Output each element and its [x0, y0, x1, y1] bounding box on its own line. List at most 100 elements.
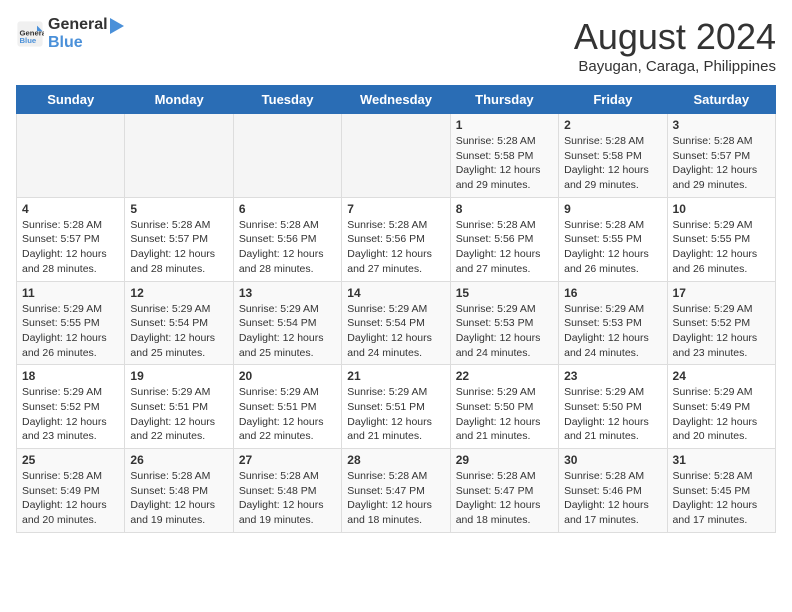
- logo-blue-text: Blue: [48, 34, 126, 52]
- calendar-cell: 4 Sunrise: 5:28 AMSunset: 5:57 PMDaylight…: [17, 197, 125, 281]
- day-number: 24: [673, 369, 770, 383]
- day-number: 3: [673, 118, 770, 132]
- day-number: 10: [673, 202, 770, 216]
- calendar-week-row: 11 Sunrise: 5:29 AMSunset: 5:55 PMDayligh…: [17, 281, 776, 365]
- calendar-table: SundayMondayTuesdayWednesdayThursdayFrid…: [16, 85, 776, 533]
- day-number: 11: [22, 286, 119, 300]
- calendar-cell: 15 Sunrise: 5:29 AMSunset: 5:53 PMDayligh…: [450, 281, 558, 365]
- day-info: Sunrise: 5:29 AMSunset: 5:52 PMDaylight:…: [22, 385, 119, 444]
- day-number: 2: [564, 118, 661, 132]
- calendar-week-row: 4 Sunrise: 5:28 AMSunset: 5:57 PMDaylight…: [17, 197, 776, 281]
- calendar-cell: 30 Sunrise: 5:28 AMSunset: 5:46 PMDayligh…: [559, 449, 667, 533]
- weekday-header-thursday: Thursday: [450, 86, 558, 114]
- day-info: Sunrise: 5:28 AMSunset: 5:46 PMDaylight:…: [564, 469, 661, 528]
- day-number: 25: [22, 453, 119, 467]
- day-number: 28: [347, 453, 444, 467]
- day-info: Sunrise: 5:29 AMSunset: 5:52 PMDaylight:…: [673, 302, 770, 361]
- calendar-cell: 7Sunrise: 5:28 AMSunset: 5:56 PMDaylight…: [342, 197, 450, 281]
- month-year-title: August 2024: [574, 16, 776, 58]
- weekday-header-saturday: Saturday: [667, 86, 775, 114]
- logo-icon: General Blue: [16, 20, 44, 48]
- day-info: Sunrise: 5:28 AMSunset: 5:58 PMDaylight:…: [564, 134, 661, 193]
- page-header: General Blue General Blue August 2024 Ba…: [16, 16, 776, 75]
- day-number: 19: [130, 369, 227, 383]
- day-number: 22: [456, 369, 553, 383]
- day-info: Sunrise: 5:29 AMSunset: 5:55 PMDaylight:…: [22, 302, 119, 361]
- day-number: 31: [673, 453, 770, 467]
- day-number: 7: [347, 202, 444, 216]
- day-info: Sunrise: 5:28 AMSunset: 5:56 PMDaylight:…: [239, 218, 336, 277]
- calendar-cell: 3Sunrise: 5:28 AMSunset: 5:57 PMDaylight…: [667, 114, 775, 198]
- calendar-cell: 1Sunrise: 5:28 AMSunset: 5:58 PMDaylight…: [450, 114, 558, 198]
- day-number: 21: [347, 369, 444, 383]
- day-number: 15: [456, 286, 553, 300]
- calendar-cell: 17Sunrise: 5:29 AMSunset: 5:52 PMDayligh…: [667, 281, 775, 365]
- day-info: Sunrise: 5:28 AMSunset: 5:57 PMDaylight:…: [130, 218, 227, 277]
- day-info: Sunrise: 5:29 AMSunset: 5:54 PMDaylight:…: [130, 302, 227, 361]
- calendar-cell: [125, 114, 233, 198]
- logo-general-text: General: [48, 16, 108, 36]
- calendar-cell: 28Sunrise: 5:28 AMSunset: 5:47 PMDayligh…: [342, 449, 450, 533]
- day-info: Sunrise: 5:29 AMSunset: 5:53 PMDaylight:…: [456, 302, 553, 361]
- weekday-header-friday: Friday: [559, 86, 667, 114]
- day-number: 14: [347, 286, 444, 300]
- day-number: 1: [456, 118, 553, 132]
- calendar-week-row: 25 Sunrise: 5:28 AMSunset: 5:49 PMDayligh…: [17, 449, 776, 533]
- day-info: Sunrise: 5:29 AMSunset: 5:54 PMDaylight:…: [347, 302, 444, 361]
- weekday-header-wednesday: Wednesday: [342, 86, 450, 114]
- calendar-cell: 9 Sunrise: 5:28 AMSunset: 5:55 PMDaylight…: [559, 197, 667, 281]
- day-number: 18: [22, 369, 119, 383]
- day-info: Sunrise: 5:28 AMSunset: 5:45 PMDaylight:…: [673, 469, 770, 528]
- weekday-header-sunday: Sunday: [17, 86, 125, 114]
- calendar-cell: 22Sunrise: 5:29 AMSunset: 5:50 PMDayligh…: [450, 365, 558, 449]
- day-number: 23: [564, 369, 661, 383]
- day-number: 9: [564, 202, 661, 216]
- calendar-header: SundayMondayTuesdayWednesdayThursdayFrid…: [17, 86, 776, 114]
- calendar-cell: 29Sunrise: 5:28 AMSunset: 5:47 PMDayligh…: [450, 449, 558, 533]
- day-info: Sunrise: 5:29 AMSunset: 5:54 PMDaylight:…: [239, 302, 336, 361]
- day-number: 4: [22, 202, 119, 216]
- day-info: Sunrise: 5:28 AMSunset: 5:56 PMDaylight:…: [456, 218, 553, 277]
- calendar-cell: 11 Sunrise: 5:29 AMSunset: 5:55 PMDayligh…: [17, 281, 125, 365]
- logo-arrow-icon: [108, 16, 126, 36]
- calendar-cell: [17, 114, 125, 198]
- calendar-cell: 21 Sunrise: 5:29 AMSunset: 5:51 PMDayligh…: [342, 365, 450, 449]
- day-number: 6: [239, 202, 336, 216]
- day-number: 16: [564, 286, 661, 300]
- day-info: Sunrise: 5:28 AMSunset: 5:55 PMDaylight:…: [564, 218, 661, 277]
- calendar-cell: [342, 114, 450, 198]
- day-info: Sunrise: 5:29 AMSunset: 5:55 PMDaylight:…: [673, 218, 770, 277]
- weekday-header-tuesday: Tuesday: [233, 86, 341, 114]
- calendar-cell: 25 Sunrise: 5:28 AMSunset: 5:49 PMDayligh…: [17, 449, 125, 533]
- svg-text:Blue: Blue: [20, 36, 37, 45]
- calendar-week-row: 1 Sunrise: 5:28 AMSunset: 5:58 PMDaylight…: [17, 114, 776, 198]
- calendar-cell: 12Sunrise: 5:29 AMSunset: 5:54 PMDayligh…: [125, 281, 233, 365]
- day-number: 5: [130, 202, 227, 216]
- day-info: Sunrise: 5:28 AMSunset: 5:57 PMDaylight:…: [22, 218, 119, 277]
- day-number: 30: [564, 453, 661, 467]
- day-info: Sunrise: 5:28 AMSunset: 5:48 PMDaylight:…: [239, 469, 336, 528]
- logo: General Blue General Blue: [16, 16, 126, 52]
- day-info: Sunrise: 5:29 AMSunset: 5:51 PMDaylight:…: [347, 385, 444, 444]
- calendar-cell: 24Sunrise: 5:29 AMSunset: 5:49 PMDayligh…: [667, 365, 775, 449]
- calendar-cell: 8 Sunrise: 5:28 AMSunset: 5:56 PMDaylight…: [450, 197, 558, 281]
- calendar-cell: 16 Sunrise: 5:29 AMSunset: 5:53 PMDayligh…: [559, 281, 667, 365]
- calendar-cell: 23 Sunrise: 5:29 AMSunset: 5:50 PMDayligh…: [559, 365, 667, 449]
- day-number: 20: [239, 369, 336, 383]
- calendar-cell: 19Sunrise: 5:29 AMSunset: 5:51 PMDayligh…: [125, 365, 233, 449]
- day-info: Sunrise: 5:28 AMSunset: 5:48 PMDaylight:…: [130, 469, 227, 528]
- calendar-cell: 14 Sunrise: 5:29 AMSunset: 5:54 PMDayligh…: [342, 281, 450, 365]
- day-info: Sunrise: 5:28 AMSunset: 5:49 PMDaylight:…: [22, 469, 119, 528]
- day-info: Sunrise: 5:29 AMSunset: 5:50 PMDaylight:…: [564, 385, 661, 444]
- title-block: August 2024 Bayugan, Caraga, Philippines: [574, 16, 776, 75]
- calendar-cell: 26Sunrise: 5:28 AMSunset: 5:48 PMDayligh…: [125, 449, 233, 533]
- weekday-header-row: SundayMondayTuesdayWednesdayThursdayFrid…: [17, 86, 776, 114]
- calendar-cell: 10 Sunrise: 5:29 AMSunset: 5:55 PMDayligh…: [667, 197, 775, 281]
- calendar-cell: 27Sunrise: 5:28 AMSunset: 5:48 PMDayligh…: [233, 449, 341, 533]
- calendar-cell: 31 Sunrise: 5:28 AMSunset: 5:45 PMDayligh…: [667, 449, 775, 533]
- calendar-cell: 2 Sunrise: 5:28 AMSunset: 5:58 PMDaylight…: [559, 114, 667, 198]
- location-subtitle: Bayugan, Caraga, Philippines: [574, 58, 776, 75]
- day-number: 8: [456, 202, 553, 216]
- day-info: Sunrise: 5:29 AMSunset: 5:53 PMDaylight:…: [564, 302, 661, 361]
- weekday-header-monday: Monday: [125, 86, 233, 114]
